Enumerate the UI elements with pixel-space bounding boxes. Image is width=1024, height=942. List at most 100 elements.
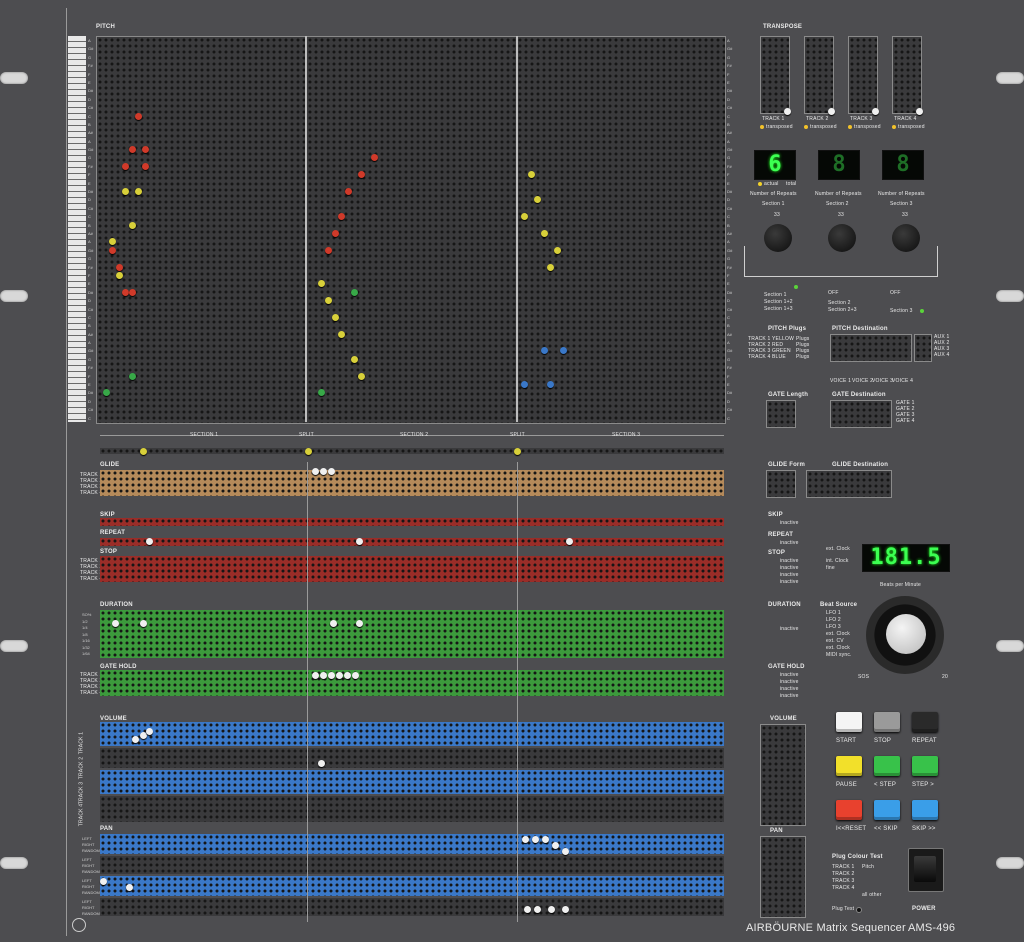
transpose-peg[interactable] — [828, 108, 835, 115]
pitch-peg[interactable] — [128, 288, 136, 296]
transport-button-2[interactable] — [912, 712, 938, 732]
peg[interactable] — [542, 836, 549, 843]
pitch-peg[interactable] — [338, 330, 346, 338]
pitch-peg[interactable] — [122, 162, 130, 170]
transport-button-7[interactable] — [874, 800, 900, 820]
pitch-peg[interactable] — [324, 246, 332, 254]
pitch-peg[interactable] — [553, 246, 561, 254]
peg[interactable] — [328, 672, 335, 679]
peg[interactable] — [356, 538, 363, 545]
pan-panel-matrix[interactable] — [760, 836, 806, 918]
section-select-row[interactable] — [100, 448, 724, 454]
peg[interactable] — [112, 620, 119, 627]
transport-button-4[interactable] — [874, 756, 900, 776]
pitch-peg[interactable] — [357, 171, 365, 179]
tempo-knob[interactable] — [886, 614, 926, 654]
peg[interactable] — [524, 906, 531, 913]
transpose-peg[interactable] — [784, 108, 791, 115]
peg[interactable] — [100, 878, 107, 885]
pan-matrix-track-4[interactable] — [100, 898, 724, 916]
peg[interactable] — [534, 906, 541, 913]
transpose-peg[interactable] — [872, 108, 879, 115]
peg[interactable] — [140, 448, 147, 455]
peg[interactable] — [352, 672, 359, 679]
pitch-peg[interactable] — [141, 162, 149, 170]
pitch-peg[interactable] — [141, 146, 149, 154]
transpose-matrix[interactable] — [892, 36, 922, 114]
pitch-peg[interactable] — [547, 263, 555, 271]
pitch-peg[interactable] — [115, 271, 123, 279]
pitch-peg[interactable] — [344, 188, 352, 196]
volume-matrix-track-1[interactable] — [100, 722, 724, 746]
pitch-peg[interactable] — [102, 389, 110, 397]
peg[interactable] — [305, 448, 312, 455]
pan-matrix-track-3[interactable] — [100, 876, 724, 896]
pitch-peg[interactable] — [331, 230, 339, 237]
transpose-peg[interactable] — [916, 108, 923, 115]
peg[interactable] — [552, 842, 559, 849]
peg[interactable] — [320, 468, 327, 475]
peg[interactable] — [146, 728, 153, 735]
repeat-matrix[interactable] — [100, 538, 724, 546]
glide-destination-matrix[interactable] — [806, 470, 892, 498]
peg[interactable] — [562, 848, 569, 855]
stop-matrix[interactable] — [100, 556, 724, 582]
volume-matrix-track-4[interactable] — [100, 796, 724, 822]
volume-matrix-track-2[interactable] — [100, 748, 724, 768]
pitch-matrix[interactable] — [96, 36, 726, 424]
peg[interactable] — [566, 538, 573, 545]
transport-button-0[interactable] — [836, 712, 862, 732]
pitch-peg[interactable] — [540, 230, 548, 237]
peg[interactable] — [146, 538, 153, 545]
peg[interactable] — [548, 906, 555, 913]
pitch-peg[interactable] — [128, 146, 136, 154]
transport-button-5[interactable] — [912, 756, 938, 776]
pan-matrix-track-2[interactable] — [100, 856, 724, 874]
volume-matrix-track-3[interactable] — [100, 770, 724, 794]
peg[interactable] — [356, 620, 363, 627]
peg[interactable] — [330, 620, 337, 627]
pitch-peg[interactable] — [128, 372, 136, 380]
peg[interactable] — [132, 736, 139, 743]
transpose-matrix[interactable] — [804, 36, 834, 114]
peg[interactable] — [344, 672, 351, 679]
pitch-peg[interactable] — [135, 112, 143, 120]
peg[interactable] — [126, 884, 133, 891]
peg[interactable] — [140, 620, 147, 627]
glide-form-matrix[interactable] — [766, 470, 796, 498]
peg[interactable] — [312, 672, 319, 679]
peg[interactable] — [532, 836, 539, 843]
pitch-peg[interactable] — [331, 313, 339, 321]
gate-hold-matrix[interactable] — [100, 670, 724, 696]
peg[interactable] — [320, 672, 327, 679]
pitch-peg[interactable] — [351, 355, 359, 363]
peg[interactable] — [328, 468, 335, 475]
duration-matrix[interactable] — [100, 610, 724, 658]
peg[interactable] — [312, 468, 319, 475]
skip-matrix[interactable] — [100, 518, 724, 526]
peg[interactable] — [522, 836, 529, 843]
pitch-peg[interactable] — [357, 372, 365, 380]
pitch-peg[interactable] — [109, 246, 117, 254]
pitch-peg[interactable] — [527, 171, 535, 179]
peg[interactable] — [336, 672, 343, 679]
transpose-matrix[interactable] — [760, 36, 790, 114]
peg[interactable] — [514, 448, 521, 455]
pitch-destination-matrix[interactable] — [830, 334, 912, 362]
transpose-matrix[interactable] — [848, 36, 878, 114]
power-switch[interactable] — [914, 856, 936, 882]
pan-matrix-track-1[interactable] — [100, 834, 724, 854]
gate-destination-matrix[interactable] — [830, 400, 892, 428]
transport-button-8[interactable] — [912, 800, 938, 820]
pitch-peg[interactable] — [351, 288, 359, 296]
transport-button-3[interactable] — [836, 756, 862, 776]
transport-button-6[interactable] — [836, 800, 862, 820]
plug-test-socket[interactable] — [856, 907, 862, 913]
gate-length-matrix[interactable] — [766, 400, 796, 428]
volume-panel-matrix[interactable] — [760, 724, 806, 826]
transport-button-1[interactable] — [874, 712, 900, 732]
peg[interactable] — [318, 760, 325, 767]
pitch-peg[interactable] — [128, 221, 136, 229]
peg[interactable] — [562, 906, 569, 913]
pitch-peg[interactable] — [115, 263, 123, 271]
